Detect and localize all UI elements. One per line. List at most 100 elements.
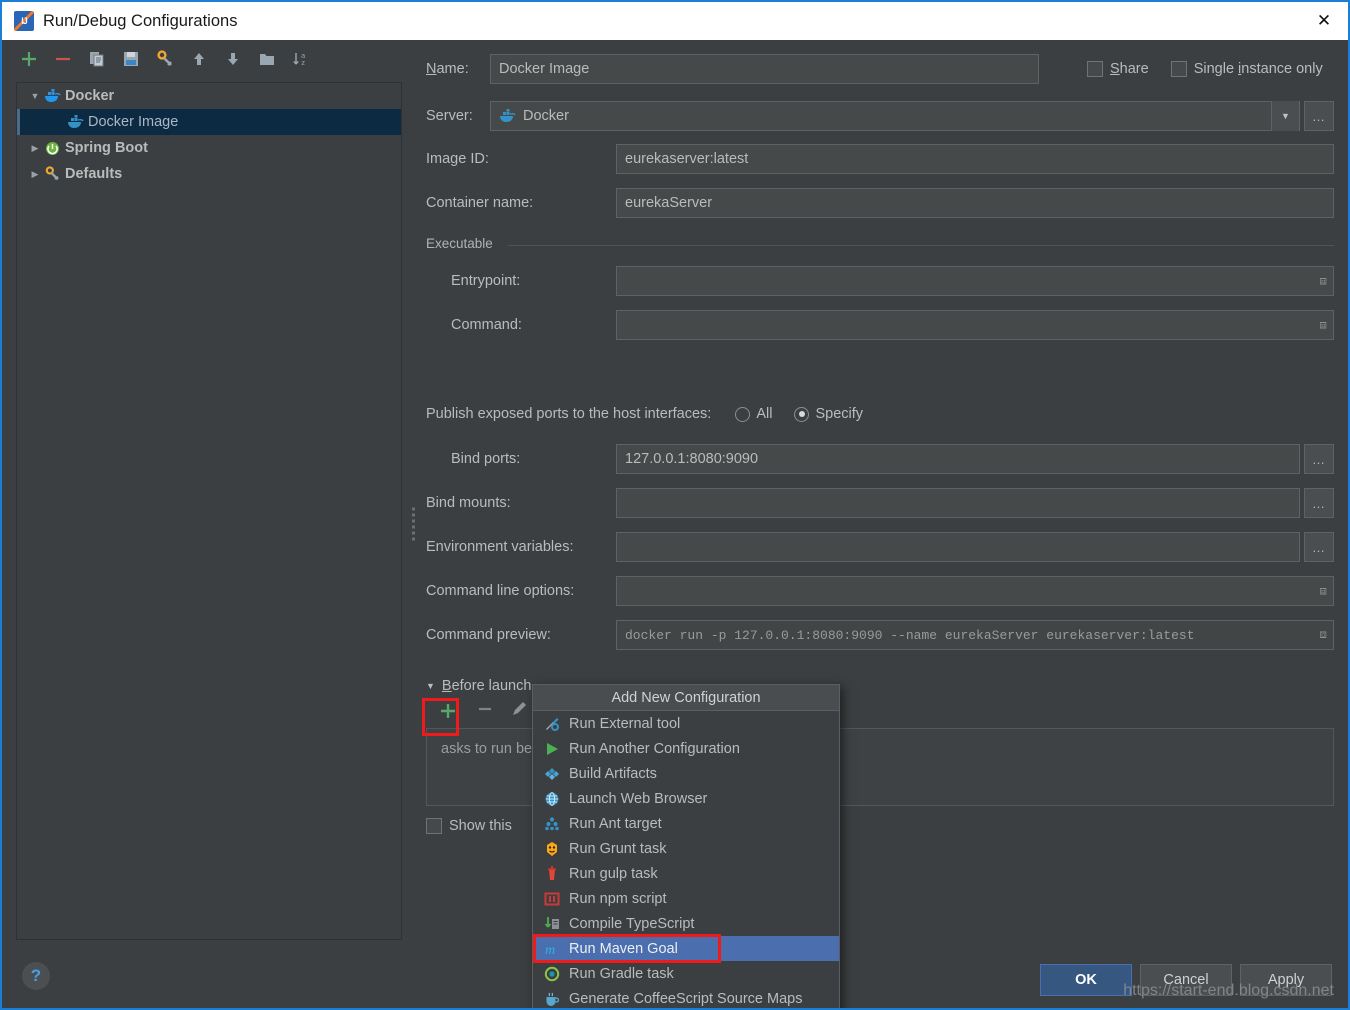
expand-icon[interactable]: ⧈	[1319, 628, 1327, 642]
bind-ports-browse-button[interactable]: …	[1304, 444, 1334, 474]
gulp-icon	[543, 865, 560, 882]
dialog-button-bar: OK Cancel Apply	[1040, 964, 1332, 996]
cmd-line-options-label: Command line options:	[426, 583, 575, 599]
menu-item-launch-web-browser[interactable]: Launch Web Browser	[533, 786, 839, 811]
save-configuration-button[interactable]	[118, 46, 144, 72]
configurations-toolbar: a z	[2, 40, 410, 78]
splitter-handle	[412, 507, 415, 541]
tree-item-label: Docker Image	[88, 114, 179, 130]
remove-task-button[interactable]	[476, 700, 494, 722]
image-id-input[interactable]: eurekaserver:latest	[616, 144, 1334, 174]
container-name-input[interactable]: eurekaServer	[616, 188, 1334, 218]
env-vars-browse-button[interactable]: …	[1304, 532, 1334, 562]
chevron-right-icon[interactable]: ▶	[27, 143, 43, 154]
command-preview-label: Command preview:	[426, 627, 551, 643]
command-label: Command:	[451, 317, 522, 333]
ok-button[interactable]: OK	[1040, 964, 1132, 996]
menu-item-label: Compile TypeScript	[569, 915, 695, 932]
image-id-value: eurekaserver:latest	[625, 151, 749, 167]
container-name-label: Container name:	[426, 195, 534, 211]
menu-item-run-another-configuration[interactable]: Run Another Configuration	[533, 736, 839, 761]
chevron-down-icon[interactable]: ▼	[1271, 101, 1299, 131]
menu-item-run-npm-script[interactable]: Run npm script	[533, 886, 839, 911]
chevron-down-icon[interactable]: ▼	[426, 681, 435, 691]
show-page-label: Show this	[449, 818, 512, 834]
bind-ports-value: 127.0.0.1:8080:9090	[625, 451, 759, 467]
single-instance-checkbox[interactable]: Single instance only	[1170, 61, 1323, 77]
tree-item-label: Docker	[65, 88, 115, 104]
menu-item-run-grunt-task[interactable]: Run Grunt task	[533, 836, 839, 861]
help-button[interactable]: ?	[22, 962, 50, 990]
tree-item-defaults[interactable]: ▶ Defaults	[17, 161, 401, 187]
bind-mounts-input[interactable]	[616, 488, 1300, 518]
radio-specify-button[interactable]	[794, 406, 810, 422]
artifacts-icon	[543, 765, 560, 782]
menu-item-build-artifacts[interactable]: Build Artifacts	[533, 761, 839, 786]
tree-item-docker-image[interactable]: Docker Image	[17, 109, 401, 135]
publish-ports-label: Publish exposed ports to the host interf…	[426, 406, 712, 422]
docker-icon	[66, 114, 84, 130]
radio-publish-all[interactable]: All	[735, 406, 772, 422]
move-up-button[interactable]	[186, 46, 212, 72]
expand-icon[interactable]: ⧈	[1319, 318, 1327, 333]
highlight-run-maven-goal	[533, 934, 721, 963]
cancel-button[interactable]: Cancel	[1140, 964, 1232, 996]
create-folder-button[interactable]	[254, 46, 280, 72]
entrypoint-input[interactable]: ⧈	[616, 266, 1334, 296]
menu-item-compile-typescript[interactable]: Compile TypeScript	[533, 911, 839, 936]
single-instance-label: Single instance only	[1193, 61, 1323, 77]
spring-boot-icon	[43, 140, 61, 156]
expand-icon[interactable]: ⧈	[1319, 584, 1327, 599]
show-page-checkbox-box[interactable]	[426, 818, 442, 834]
tree-item-label: Defaults	[65, 166, 123, 182]
share-checkbox-box[interactable]	[1087, 61, 1103, 77]
server-combobox[interactable]: Docker ▼	[490, 101, 1300, 131]
expand-icon[interactable]: ⧈	[1319, 274, 1327, 289]
before-launch-label: Before launch	[441, 678, 532, 694]
menu-item-generate-coffeescript-source-maps[interactable]: Generate CoffeeScript Source Maps	[533, 986, 839, 1008]
image-id-label: Image ID:	[426, 151, 489, 167]
cmd-line-options-input[interactable]: ⧈	[616, 576, 1334, 606]
grunt-icon	[543, 840, 560, 857]
add-configuration-button[interactable]	[16, 46, 42, 72]
command-preview-value: docker run -p 127.0.0.1:8080:9090 --name…	[625, 627, 1195, 643]
sort-az-icon[interactable]: a z	[288, 46, 314, 72]
svg-text:z: z	[301, 59, 305, 67]
bind-mounts-label: Bind mounts:	[426, 495, 511, 511]
tree-item-spring-boot[interactable]: ▶ Spring Boot	[17, 135, 401, 161]
menu-item-label: Run Grunt task	[569, 840, 667, 857]
name-value: Docker Image	[499, 61, 590, 77]
edit-task-button[interactable]	[510, 700, 528, 722]
single-instance-checkbox-box[interactable]	[1170, 61, 1187, 77]
window-title: Run/Debug Configurations	[43, 11, 238, 30]
configurations-tree[interactable]: ▼ Docker Docker Image ▶ Spring Boot ▶ De…	[16, 82, 402, 940]
pane-splitter[interactable]	[410, 40, 418, 1008]
radio-publish-specify[interactable]: Specify	[794, 406, 863, 422]
apply-button[interactable]: Apply	[1240, 964, 1332, 996]
copy-configuration-button[interactable]	[84, 46, 110, 72]
remove-configuration-button[interactable]	[50, 46, 76, 72]
bind-mounts-browse-button[interactable]: …	[1304, 488, 1334, 518]
menu-item-label: Run gulp task	[569, 865, 658, 882]
chevron-right-icon[interactable]: ▶	[27, 169, 43, 180]
coffeescript-icon	[543, 990, 560, 1007]
env-vars-input[interactable]	[616, 532, 1300, 562]
menu-item-run-external-tool[interactable]: Run External tool	[533, 711, 839, 736]
share-checkbox[interactable]: Share	[1087, 61, 1149, 77]
move-down-button[interactable]	[220, 46, 246, 72]
bind-ports-input[interactable]: 127.0.0.1:8080:9090	[616, 444, 1300, 474]
menu-item-label: Build Artifacts	[569, 765, 657, 782]
chevron-down-icon[interactable]: ▼	[27, 91, 43, 101]
wrench-icon[interactable]	[152, 46, 178, 72]
configurations-pane: a z ▼ Docker Docker Image ▶ Spring Boot …	[2, 40, 410, 1008]
menu-item-run-gradle-task[interactable]: Run Gradle task	[533, 961, 839, 986]
bind-ports-label: Bind ports:	[451, 451, 521, 467]
command-input[interactable]: ⧈	[616, 310, 1334, 340]
tree-item-docker[interactable]: ▼ Docker	[17, 83, 401, 109]
menu-item-run-gulp-task[interactable]: Run gulp task	[533, 861, 839, 886]
entrypoint-label: Entrypoint:	[451, 273, 521, 289]
close-icon[interactable]: ✕	[1300, 2, 1348, 40]
menu-item-run-ant-target[interactable]: Run Ant target	[533, 811, 839, 836]
server-browse-button[interactable]: …	[1304, 101, 1334, 131]
radio-all-button[interactable]	[735, 406, 751, 422]
